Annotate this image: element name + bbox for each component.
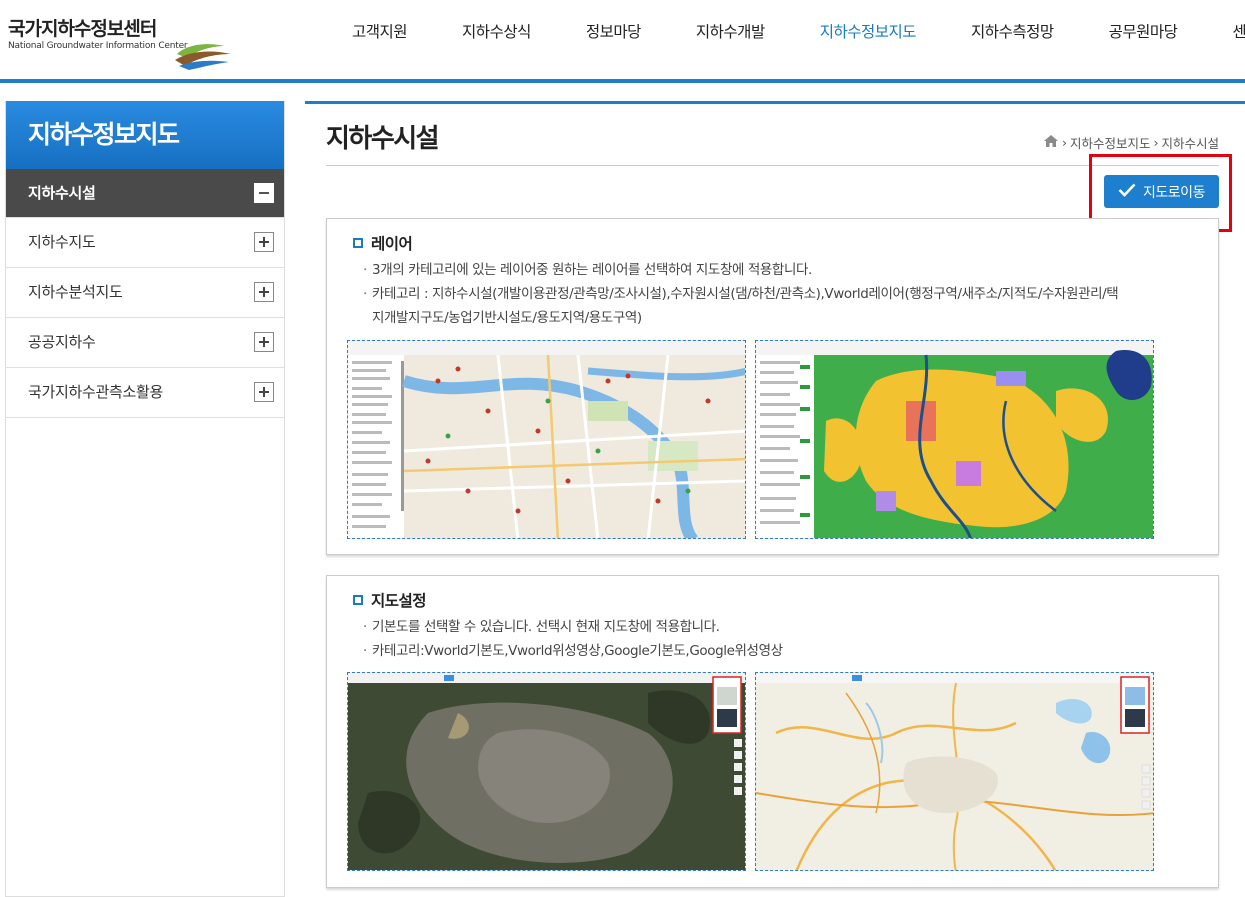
panel-title: 레이어 <box>371 235 413 253</box>
breadcrumb-item[interactable]: 지하수시설 <box>1161 133 1219 152</box>
panel-title: 지도설정 <box>371 592 427 610</box>
nav-item-about[interactable]: 센터소개 <box>1200 0 1245 64</box>
home-icon[interactable] <box>1043 134 1059 151</box>
nav-item-customer-support[interactable]: 고객지원 <box>320 0 430 64</box>
sidebar-item-observatory[interactable]: 국가지하수관측소활용 <box>6 368 284 418</box>
panel-header: 지도설정 <box>353 589 427 611</box>
sidebar-item-groundwater-map[interactable]: 지하수지도 <box>6 218 284 268</box>
main-nav: 고객지원 지하수상식 정보마당 지하수개발 지하수정보지도 지하수측정망 공무원… <box>320 0 1245 80</box>
desc-line: 지개발지구도/농업기반시설도/용도지역/용도구역) <box>372 310 642 326</box>
nav-item-info[interactable]: 정보마당 <box>554 0 664 64</box>
plus-icon[interactable] <box>254 232 274 252</box>
layer-panel: 레이어 · 3개의 카테고리에 있는 레이어중 원하는 레이어를 선택하여 지도창… <box>326 218 1219 555</box>
breadcrumb: › 지하수정보지도 › 지하수시설 <box>1043 133 1219 152</box>
logo-title: 국가지하수정보센터 <box>8 18 157 40</box>
panel-header: 레이어 <box>353 232 413 254</box>
breadcrumb-separator: › <box>1061 135 1067 150</box>
panel-description: · 3개의 카테고리에 있는 레이어중 원하는 레이어를 선택하여 지도창에 적용… <box>363 258 1193 330</box>
breadcrumb-separator: › <box>1153 135 1159 150</box>
sidebar-item-label: 지하수지도 <box>28 233 96 251</box>
layer-screenshot-facilities <box>347 340 746 539</box>
desc-line: 카테고리:Vworld기본도,Vworld위성영상,Google기본도,Goog… <box>372 643 783 659</box>
layer-screenshot-landuse <box>755 340 1154 539</box>
nav-item-officials[interactable]: 공무원마당 <box>1077 0 1201 64</box>
sidebar: 지하수정보지도 지하수시설 지하수지도 지하수분석지도 공공지하수 국가지하수관… <box>5 101 285 897</box>
desc-line: 카테고리 : 지하수시설(개발이용관정/관측망/조사시설),수자원시설(댐/하천… <box>372 286 1119 302</box>
map-settings-panel: 지도설정 · 기본도를 선택할 수 있습니다. 선택시 현재 지도창에 적용합니다… <box>326 575 1219 888</box>
logo-subtitle: National Groundwater Information Center <box>8 41 188 51</box>
sidebar-item-facilities[interactable]: 지하수시설 <box>6 169 284 218</box>
title-divider <box>326 165 1219 166</box>
plus-icon[interactable] <box>254 332 274 352</box>
nav-item-monitoring[interactable]: 지하수측정망 <box>939 0 1077 64</box>
plus-icon[interactable] <box>254 382 274 402</box>
minus-icon[interactable] <box>254 183 274 203</box>
go-to-map-label: 지도로이동 <box>1143 184 1205 201</box>
desc-line: 3개의 카테고리에 있는 레이어중 원하는 레이어를 선택하여 지도창에 적용합… <box>372 262 812 278</box>
nav-item-info-map[interactable]: 지하수정보지도 <box>788 0 939 64</box>
go-to-map-button[interactable]: 지도로이동 <box>1104 175 1219 208</box>
header-divider <box>0 79 1245 83</box>
breadcrumb-item[interactable]: 지하수정보지도 <box>1070 133 1151 152</box>
content-top-divider <box>305 101 1245 104</box>
mapset-screenshot-basemap <box>755 672 1154 871</box>
square-bullet-icon <box>353 595 363 605</box>
mapset-screenshot-satellite <box>347 672 746 871</box>
plus-icon[interactable] <box>254 282 274 302</box>
sidebar-item-analysis-map[interactable]: 지하수분석지도 <box>6 268 284 318</box>
sidebar-title: 지하수정보지도 <box>6 101 284 169</box>
site-logo[interactable]: 국가지하수정보센터 National Groundwater Informati… <box>8 18 231 70</box>
sidebar-item-label: 지하수분석지도 <box>28 283 123 301</box>
page-title: 지하수시설 <box>326 124 440 154</box>
sidebar-item-public-groundwater[interactable]: 공공지하수 <box>6 318 284 368</box>
sidebar-item-label: 공공지하수 <box>28 333 96 351</box>
desc-line: 기본도를 선택할 수 있습니다. 선택시 현재 지도창에 적용합니다. <box>372 619 720 635</box>
logo-mark-icon <box>173 40 233 74</box>
check-icon <box>1118 183 1136 201</box>
panel-description: · 기본도를 선택할 수 있습니다. 선택시 현재 지도창에 적용합니다. · 카테… <box>363 619 783 659</box>
sidebar-item-label: 지하수시설 <box>28 184 96 202</box>
sidebar-item-label: 국가지하수관측소활용 <box>28 383 164 401</box>
site-header: 국가지하수정보센터 National Groundwater Informati… <box>0 0 1245 83</box>
square-bullet-icon <box>353 238 363 248</box>
nav-item-groundwater-basics[interactable]: 지하수상식 <box>430 0 554 64</box>
nav-item-development[interactable]: 지하수개발 <box>664 0 788 64</box>
